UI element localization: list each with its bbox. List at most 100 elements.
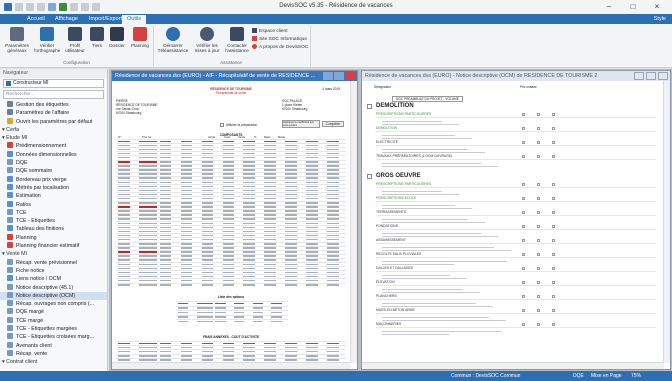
- nav-item-31[interactable]: ▾ Contrat client: [0, 358, 107, 366]
- nav-item-24[interactable]: Récap. ouvrages non compris (...: [0, 300, 107, 308]
- option-checkbox[interactable]: [537, 267, 540, 270]
- spellcheck-button[interactable]: Vérifier l'orthographe: [33, 27, 61, 53]
- option-checkbox[interactable]: [522, 253, 525, 256]
- option-checkbox[interactable]: [522, 281, 525, 284]
- option-checkbox[interactable]: [552, 309, 555, 312]
- nav-item-22[interactable]: Notice descriptive (45.1): [0, 283, 107, 292]
- nav-item-18[interactable]: ▾ Vente MI: [0, 250, 107, 258]
- option-checkbox[interactable]: [522, 141, 525, 144]
- maximize-button[interactable]: □: [624, 2, 642, 12]
- option-checkbox[interactable]: [537, 309, 540, 312]
- option-checkbox[interactable]: [552, 127, 555, 130]
- nav-item-27[interactable]: TCE - Etiquettes margées: [0, 325, 107, 333]
- option-checkbox[interactable]: [552, 253, 555, 256]
- nav-item-30[interactable]: Récap. vente: [0, 349, 107, 358]
- nav-item-7[interactable]: DQE: [0, 159, 107, 167]
- status-zoom[interactable]: 75%: [628, 371, 644, 381]
- check-updates-button[interactable]: Vérifier les mises à jour: [192, 27, 222, 53]
- option-checkbox[interactable]: [537, 183, 540, 186]
- window2-close-button[interactable]: [658, 72, 668, 80]
- show-preparation-checkbox[interactable]: Afficher la préparation: [220, 123, 257, 127]
- notice-section-title[interactable]: DEMOLITION: [376, 103, 414, 109]
- option-checkbox[interactable]: [537, 113, 540, 116]
- option-checkbox[interactable]: [537, 155, 540, 158]
- option-checkbox[interactable]: [552, 183, 555, 186]
- option-checkbox[interactable]: [537, 295, 540, 298]
- option-checkbox[interactable]: [537, 253, 540, 256]
- tab-accueil[interactable]: Accueil: [22, 15, 50, 24]
- navigator-combo[interactable]: Constructeur MI: [3, 79, 104, 88]
- tab-import-export[interactable]: Import/Export: [84, 15, 127, 24]
- folder-button[interactable]: Dossier: [107, 27, 127, 48]
- option-checkbox[interactable]: [552, 113, 555, 116]
- option-checkbox[interactable]: [537, 239, 540, 242]
- nav-item-16[interactable]: Planning: [0, 233, 107, 242]
- tab-affichage[interactable]: Affichage: [50, 15, 83, 24]
- option-checkbox[interactable]: [522, 197, 525, 200]
- status-common-db[interactable]: Commun : DevisSOC Commun: [448, 371, 523, 381]
- option-checkbox[interactable]: [522, 323, 525, 326]
- nav-item-6[interactable]: Données dimensionnelles: [0, 150, 107, 159]
- nav-item-8[interactable]: DQE sommaire: [0, 167, 107, 175]
- horizontal-scrollbar-2[interactable]: [362, 362, 664, 369]
- nav-item-28[interactable]: TCE - Etiquettes croisées marg...: [0, 333, 107, 341]
- style-menu[interactable]: Style: [654, 15, 666, 24]
- nav-item-23[interactable]: Notice descriptive (OCM): [0, 291, 107, 301]
- nav-item-25[interactable]: DQE margé: [0, 308, 107, 316]
- planning-button[interactable]: Planning: [129, 27, 151, 48]
- section-checkbox[interactable]: [367, 104, 372, 109]
- complete-button[interactable]: Compléter: [322, 121, 344, 127]
- window2-restore-button[interactable]: [646, 72, 656, 80]
- section-checkbox[interactable]: [367, 174, 372, 179]
- option-checkbox[interactable]: [522, 113, 525, 116]
- option-checkbox[interactable]: [522, 239, 525, 242]
- option-checkbox[interactable]: [522, 267, 525, 270]
- contact-support-button[interactable]: Contacter l'assistance: [224, 27, 250, 53]
- client-space-link[interactable]: Espace client: [252, 28, 288, 34]
- descriptive-notice-window[interactable]: Résidence de vacances.dvs (EURO) - Notic…: [361, 70, 671, 370]
- soc-site-link[interactable]: Site SOC Informatique: [252, 36, 307, 42]
- tab-outils[interactable]: Outils: [122, 15, 147, 24]
- nav-item-2[interactable]: Ouvrir les paramètres par défaut: [0, 117, 107, 126]
- option-checkbox[interactable]: [522, 309, 525, 312]
- nav-item-26[interactable]: TCE margé: [0, 316, 107, 325]
- window-close-button[interactable]: [345, 72, 355, 80]
- option-checkbox[interactable]: [522, 155, 525, 158]
- horizontal-scrollbar[interactable]: [112, 362, 350, 369]
- nav-item-14[interactable]: TCE - Etiquettes: [0, 217, 107, 225]
- option-checkbox[interactable]: [552, 155, 555, 158]
- nav-item-1[interactable]: Paramètres de l'affaire: [0, 109, 107, 117]
- nav-item-19[interactable]: Récap. vente prévisionnel: [0, 258, 107, 267]
- status-dqe[interactable]: DQE: [570, 371, 587, 381]
- nav-item-10[interactable]: Métrés par localisation: [0, 183, 107, 192]
- nav-item-12[interactable]: Ratios: [0, 200, 107, 209]
- navigator-search-input[interactable]: Rechercher...: [3, 90, 104, 99]
- option-checkbox[interactable]: [522, 295, 525, 298]
- option-checkbox[interactable]: [537, 323, 540, 326]
- option-checkbox[interactable]: [552, 323, 555, 326]
- option-checkbox[interactable]: [552, 239, 555, 242]
- option-checkbox[interactable]: [537, 197, 540, 200]
- nav-item-5[interactable]: Prédimensionnement: [0, 142, 107, 150]
- option-checkbox[interactable]: [552, 281, 555, 284]
- option-checkbox[interactable]: [537, 211, 540, 214]
- window-minimize-button[interactable]: [323, 72, 333, 80]
- apply-coefficient-button[interactable]: Appliquer le coefficient aux sous-postes: [282, 120, 320, 128]
- option-checkbox[interactable]: [552, 295, 555, 298]
- vertical-scrollbar[interactable]: [350, 81, 357, 363]
- about-link[interactable]: A propos de DevisSOC: [252, 44, 308, 50]
- nav-item-11[interactable]: Estimation: [0, 192, 107, 200]
- option-checkbox[interactable]: [537, 225, 540, 228]
- option-checkbox[interactable]: [552, 141, 555, 144]
- window2-minimize-button[interactable]: [634, 72, 644, 80]
- option-checkbox[interactable]: [522, 183, 525, 186]
- nav-item-4[interactable]: ▾ Etude MI: [0, 134, 107, 142]
- option-checkbox[interactable]: [537, 141, 540, 144]
- nav-item-17[interactable]: Planning financier estimatif: [0, 242, 107, 250]
- option-checkbox[interactable]: [522, 225, 525, 228]
- nav-item-21[interactable]: Liens notice / OCM: [0, 275, 107, 283]
- minimize-button[interactable]: –: [600, 2, 618, 12]
- nav-item-13[interactable]: TCE: [0, 208, 107, 217]
- option-checkbox[interactable]: [522, 127, 525, 130]
- nav-item-29[interactable]: Avenants client: [0, 341, 107, 350]
